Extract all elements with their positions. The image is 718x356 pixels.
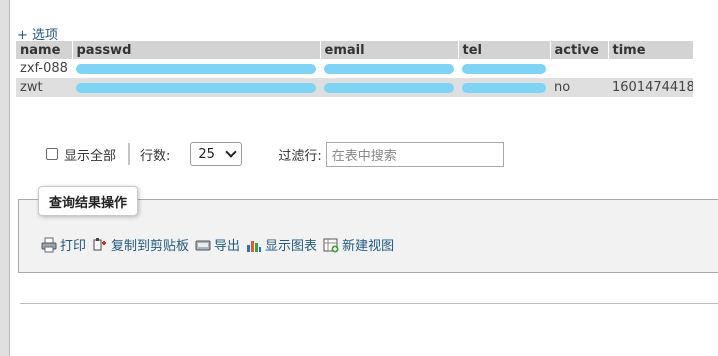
column-header-email[interactable]: email bbox=[320, 41, 459, 59]
cell-email bbox=[320, 59, 458, 78]
create-view-label: 新建视图 bbox=[342, 239, 395, 254]
show-all-label[interactable]: 显示全部 bbox=[64, 145, 116, 164]
redaction-mark bbox=[324, 63, 454, 74]
cell-name: zwt bbox=[16, 78, 72, 97]
copy-to-clipboard-link[interactable]: 复制到剪贴板 bbox=[92, 235, 189, 254]
query-results-operations-title: 查询结果操作 bbox=[38, 186, 139, 216]
export-link[interactable]: 导出 bbox=[195, 235, 240, 254]
table-row[interactable]: zwt no 1601474418 bbox=[16, 78, 693, 97]
export-label: 导出 bbox=[214, 239, 241, 254]
display-chart-label: 显示图表 bbox=[265, 239, 318, 254]
print-label: 打印 bbox=[60, 239, 87, 254]
cell-time bbox=[608, 59, 693, 78]
redaction-mark bbox=[76, 63, 316, 74]
table-header-row: name passwd email tel active time bbox=[16, 41, 694, 59]
view-add-icon bbox=[323, 238, 339, 252]
rows-per-page-value: 25 bbox=[198, 146, 215, 162]
print-link[interactable]: 打印 bbox=[41, 235, 86, 254]
table-row[interactable]: zxf-088 bbox=[16, 59, 693, 78]
column-header-time[interactable]: time bbox=[608, 41, 694, 59]
results-table: name passwd email tel active time zxf-08… bbox=[16, 41, 694, 97]
navigation-panel-edge bbox=[0, 0, 10, 356]
cell-name: zxf-088 bbox=[16, 59, 72, 78]
filter-label: 过滤行: bbox=[278, 148, 322, 164]
redaction-mark bbox=[76, 82, 316, 93]
print-icon bbox=[41, 237, 57, 252]
cell-email bbox=[320, 78, 458, 97]
chevron-down-icon bbox=[225, 146, 238, 158]
redaction-mark bbox=[462, 82, 546, 93]
table-navigation: 显示全部 行数: 25 过滤行: 在表中搜索 bbox=[46, 141, 504, 167]
query-operations-toolbar: 打印 复制到剪贴板 导出 显示图表 新建视图 bbox=[41, 235, 400, 254]
cell-tel bbox=[458, 78, 550, 97]
copy-to-clipboard-label: 复制到剪贴板 bbox=[111, 239, 190, 254]
rows-per-page-select[interactable]: 25 bbox=[190, 142, 243, 166]
cell-active bbox=[550, 59, 608, 78]
column-header-name[interactable]: name bbox=[16, 41, 73, 59]
clipboard-icon bbox=[93, 237, 107, 250]
divider bbox=[20, 303, 718, 304]
filter-placeholder: 在表中搜索 bbox=[331, 148, 397, 164]
cell-tel bbox=[458, 59, 550, 78]
cell-time: 1601474418 bbox=[608, 78, 693, 97]
divider bbox=[128, 143, 131, 165]
filter-rows-input[interactable]: 在表中搜索 bbox=[325, 141, 504, 167]
cell-passwd bbox=[72, 78, 320, 97]
rows-label: 行数: bbox=[140, 148, 171, 164]
export-icon bbox=[195, 240, 211, 250]
redaction-mark bbox=[324, 82, 454, 93]
column-header-tel[interactable]: tel bbox=[458, 41, 551, 59]
column-header-passwd[interactable]: passwd bbox=[72, 41, 321, 59]
chart-icon bbox=[247, 240, 262, 252]
cell-active: no bbox=[550, 78, 608, 97]
show-all-checkbox[interactable] bbox=[46, 148, 58, 160]
display-chart-link[interactable]: 显示图表 bbox=[246, 235, 317, 254]
cell-passwd bbox=[72, 59, 320, 78]
create-view-link[interactable]: 新建视图 bbox=[323, 235, 394, 254]
column-header-active[interactable]: active bbox=[550, 41, 609, 59]
redaction-mark bbox=[462, 63, 546, 74]
